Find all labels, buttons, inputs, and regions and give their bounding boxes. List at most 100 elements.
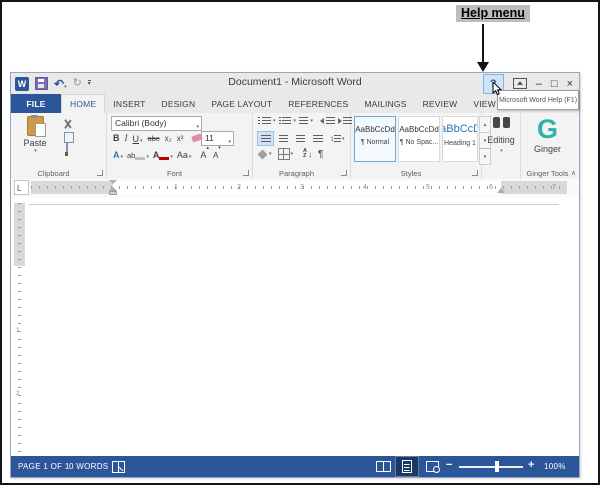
font-size-dropdown-icon[interactable]: ▾ <box>228 136 231 149</box>
ruler-number: 5 <box>426 184 430 191</box>
highlight-color-button[interactable]: ab ▾ <box>127 145 149 163</box>
ruler-number: 7 <box>552 184 556 191</box>
group-font: Calibri (Body) ▾ 11 ▾ B I U▾ abc x₂ x² A▾ … <box>107 113 253 179</box>
zoom-out-button[interactable]: − <box>446 459 452 471</box>
tab-home[interactable]: HOME <box>61 94 106 113</box>
vruler-number: 1 <box>16 327 20 334</box>
numbering-button[interactable]: ▾ <box>278 117 296 124</box>
tab-design[interactable]: DESIGN <box>154 94 204 113</box>
subscript-button[interactable]: x₂ <box>165 134 172 143</box>
align-right-button[interactable] <box>293 132 308 145</box>
tab-references[interactable]: REFERENCES <box>280 94 356 113</box>
annotation-arrow-head <box>477 62 489 72</box>
style-heading-1[interactable]: AaBbCcDd Heading 1 <box>442 116 478 162</box>
read-mode-button[interactable] <box>371 456 395 477</box>
editing-dropdown-icon[interactable]: ▾ <box>500 148 503 154</box>
web-layout-button[interactable] <box>420 456 444 477</box>
right-indent-marker[interactable] <box>497 188 505 193</box>
tab-review[interactable]: REVIEW <box>415 94 466 113</box>
first-line-indent-marker[interactable] <box>109 180 117 184</box>
style-no-spacing[interactable]: AaBbCcDd ¶ No Spac... <box>398 116 440 162</box>
font-size-combo[interactable]: 11 ▾ <box>201 131 234 146</box>
web-layout-icon <box>425 461 440 473</box>
tab-file[interactable]: FILE <box>11 94 61 113</box>
paste-dropdown-icon[interactable]: ▾ <box>34 148 37 154</box>
editing-button[interactable]: Editing ▾ <box>482 117 520 154</box>
print-layout-button[interactable] <box>395 456 419 477</box>
read-mode-icon <box>375 461 391 472</box>
borders-icon <box>277 148 290 160</box>
clipboard-group-label: Clipboard <box>37 169 70 178</box>
group-styles: AaBbCcDd ¶ Normal AaBbCcDd ¶ No Spac... … <box>351 113 491 179</box>
font-name-combo[interactable]: Calibri (Body) ▾ <box>111 116 202 131</box>
tab-insert[interactable]: INSERT <box>105 94 153 113</box>
align-center-button[interactable] <box>276 132 291 145</box>
left-indent-marker[interactable] <box>109 191 117 195</box>
styles-dialog-launcher-icon[interactable] <box>472 170 478 176</box>
ribbon-right-spacer: ∧ <box>571 113 579 179</box>
ginger-button[interactable]: G Ginger <box>521 114 574 155</box>
show-paragraph-marks-button[interactable]: ¶ <box>318 149 323 160</box>
shading-button[interactable]: ▾ <box>257 149 272 159</box>
bullets-button[interactable]: ▾ <box>258 117 276 124</box>
zoom-slider-thumb[interactable] <box>495 461 499 472</box>
text-effects-button[interactable]: A▾ <box>113 145 123 163</box>
ribbon-display-options-icon[interactable] <box>512 78 527 89</box>
paste-button[interactable]: Paste ▾ <box>17 115 53 164</box>
help-menu-annotation: Help menu <box>456 5 530 22</box>
help-button[interactable]: ? <box>482 73 504 95</box>
strikethrough-button[interactable]: abc <box>148 134 160 143</box>
document-page[interactable] <box>29 204 559 456</box>
style-normal[interactable]: AaBbCcDd ¶ Normal <box>354 116 396 162</box>
horizontal-ruler[interactable]: 1 2 3 4 5 6 7 <box>31 180 567 195</box>
tab-mailings[interactable]: MAILINGS <box>356 94 414 113</box>
copy-icon[interactable] <box>66 134 68 153</box>
line-spacing-button[interactable]: ↕ ▾ <box>330 134 345 143</box>
zoom-slider-track[interactable] <box>459 466 523 468</box>
group-paragraph: ▾ ▾ ▾ ↕ ▾ ▾ ▾ AZ ↓ ¶ Paragraph <box>253 113 353 179</box>
group-ginger-tools: G Ginger Ginger Tools <box>521 113 574 179</box>
find-binoculars-icon <box>492 117 510 128</box>
tab-page-layout[interactable]: PAGE LAYOUT <box>203 94 280 113</box>
increase-indent-button[interactable] <box>337 117 353 124</box>
paragraph-group-label: Paragraph <box>278 169 315 178</box>
decrease-indent-button[interactable] <box>320 117 335 124</box>
borders-button[interactable]: ▾ <box>277 148 293 160</box>
proofing-status-icon[interactable] <box>112 461 125 473</box>
font-color-button[interactable]: A ▾ <box>153 145 173 163</box>
bold-button[interactable]: B <box>113 133 120 143</box>
font-dialog-launcher-icon[interactable] <box>243 170 249 176</box>
ruler-row: L 1 2 3 4 5 6 7 <box>11 179 579 197</box>
grow-font-button[interactable]: A▴ <box>200 145 209 163</box>
clear-formatting-icon[interactable] <box>191 133 204 143</box>
collapse-ribbon-icon[interactable]: ∧ <box>571 169 576 177</box>
word-count[interactable]: 0 WORDS <box>69 462 108 471</box>
zoom-level[interactable]: 100% <box>544 462 566 471</box>
ruler-number: 2 <box>237 184 241 191</box>
styles-group-label: Styles <box>400 169 422 178</box>
page-count[interactable]: PAGE 1 OF 1 <box>18 462 70 471</box>
clipboard-dialog-launcher-icon[interactable] <box>97 170 103 176</box>
paragraph-dialog-launcher-icon[interactable] <box>341 170 347 176</box>
justify-button[interactable] <box>310 132 325 145</box>
group-editing: Editing ▾ <box>482 113 521 179</box>
ruler-number: 3 <box>300 184 304 191</box>
underline-dropdown-icon[interactable]: ▾ <box>140 138 143 144</box>
tab-selector[interactable]: L <box>14 180 29 195</box>
document-area: 1 2 <box>11 197 579 456</box>
change-case-button[interactable]: Aa▾ <box>177 145 192 163</box>
sort-button[interactable]: AZ ↓ <box>303 148 312 159</box>
word-window: W ↶▾ ↻ ▾ Document1 - Microsoft Word ? – … <box>10 72 580 478</box>
superscript-button[interactable]: x² <box>177 134 184 143</box>
multilevel-list-button[interactable]: ▾ <box>299 117 313 124</box>
italic-button[interactable]: I <box>125 133 128 143</box>
align-left-button[interactable] <box>257 131 274 146</box>
ginger-logo-icon: G <box>536 114 558 144</box>
vertical-ruler[interactable]: 1 2 <box>14 199 25 452</box>
zoom-in-button[interactable]: + <box>528 459 534 471</box>
styles-gallery: AaBbCcDd ¶ Normal AaBbCcDd ¶ No Spac... … <box>354 116 491 165</box>
group-clipboard: Paste ▾ Clipboard <box>11 113 107 179</box>
vruler-number: 2 <box>16 390 20 397</box>
shading-icon <box>257 149 268 159</box>
shrink-font-button[interactable]: A▾ <box>213 145 221 163</box>
